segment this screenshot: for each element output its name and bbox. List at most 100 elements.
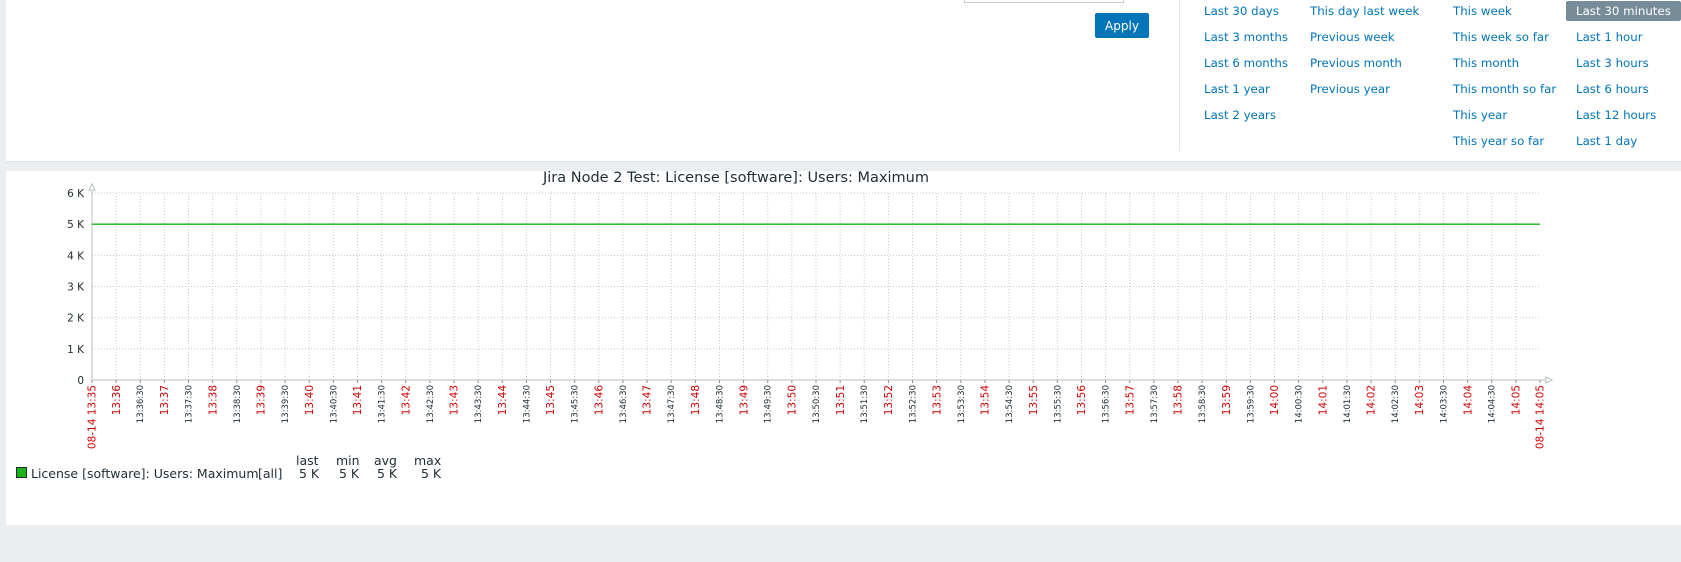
x-tick-label: 13:57:30 <box>1150 385 1160 423</box>
quick-range-this-year-so-far[interactable]: This year so far <box>1453 133 1544 149</box>
quick-range-last-30-days[interactable]: Last 30 days <box>1204 3 1279 19</box>
x-tick-label: 13:52:30 <box>909 385 919 423</box>
x-tick-label: 13:53 <box>931 385 943 415</box>
quick-range-previous-year[interactable]: Previous year <box>1310 81 1390 97</box>
date-to-input[interactable] <box>964 0 1124 3</box>
x-tick-label: 14:04 <box>1462 385 1474 416</box>
x-tick-label: 13:43:30 <box>474 385 484 423</box>
x-tick-label: 13:55 <box>1028 385 1040 415</box>
x-tick-label: 13:37 <box>159 385 171 415</box>
quick-range-last-6-months[interactable]: Last 6 months <box>1204 55 1288 71</box>
x-tick-label: 14:03 <box>1414 385 1426 415</box>
x-tick-label: 13:39 <box>256 385 268 415</box>
quick-range-this-day-last-week[interactable]: This day last week <box>1310 3 1419 19</box>
x-tick-label: 13:54:30 <box>1005 385 1015 423</box>
x-tick-label: 14:01 <box>1317 385 1329 415</box>
x-tick-label: 13:51:30 <box>860 385 870 423</box>
x-tick-label: 13:45 <box>545 385 557 415</box>
time-filter-panel: Apply Last 30 days Last 3 months Last 6 mo… <box>6 0 1681 162</box>
y-tick-label: 6 K <box>67 188 85 200</box>
graph-svg: Jira Node 2 Test: License [software]: Us… <box>67 171 1554 449</box>
x-tick-label: 13:50 <box>787 385 799 415</box>
x-tick-label: 13:42 <box>400 385 412 415</box>
quick-range-this-year[interactable]: This year <box>1453 107 1507 123</box>
quick-range-this-month[interactable]: This month <box>1453 55 1519 71</box>
x-tick-label: 13:58 <box>1173 385 1185 415</box>
x-tick-label: 13:37:30 <box>185 385 195 423</box>
x-tick-label: 13:36:30 <box>136 385 146 423</box>
quick-range-last-30-minutes[interactable]: Last 30 minutes <box>1566 1 1681 21</box>
legend-series-name: License [software]: Users: Maximum <box>31 466 259 481</box>
x-tick-label: 14:05 <box>1511 385 1523 415</box>
x-tick-label: 13:56 <box>1076 385 1088 416</box>
quick-range-this-week-so-far[interactable]: This week so far <box>1453 29 1549 45</box>
x-tick-label: 14:00:30 <box>1295 385 1305 423</box>
x-tick-label: 13:57 <box>1124 385 1136 415</box>
x-tick-label: 13:48:30 <box>715 385 725 423</box>
x-tick-label: 13:44:30 <box>522 385 532 423</box>
legend-max-value: 5 K <box>421 466 442 481</box>
x-tick-label: 13:52 <box>883 385 895 415</box>
x-tick-label: 13:47 <box>642 385 654 415</box>
graph-panel: Jira Node 2 Test: License [software]: Us… <box>6 171 1681 525</box>
x-tick-label: 13:55:30 <box>1053 385 1063 423</box>
quick-range-last-1-hour[interactable]: Last 1 hour <box>1576 29 1643 45</box>
quick-range-this-week[interactable]: This week <box>1453 3 1512 19</box>
y-tick-label: 0 <box>77 375 84 387</box>
x-tick-label: 14:01:30 <box>1343 385 1353 423</box>
y-tick-label: 2 K <box>67 313 85 325</box>
apply-button[interactable]: Apply <box>1095 13 1149 38</box>
x-tick-label: 08-14 13:35 <box>87 385 99 449</box>
x-tick-label: 13:59:30 <box>1246 385 1256 423</box>
x-tick-label: 13:51 <box>835 385 847 415</box>
quick-range-this-month-so-far[interactable]: This month so far <box>1453 81 1556 97</box>
x-tick-label: 13:40:30 <box>329 385 339 423</box>
x-tick-label: 13:56:30 <box>1102 385 1112 423</box>
legend-min-value: 5 K <box>339 466 360 481</box>
y-axis-arrow <box>88 182 96 191</box>
filter-divider <box>1179 0 1180 151</box>
quick-range-last-3-hours[interactable]: Last 3 hours <box>1576 55 1649 71</box>
x-tick-label: 13:46 <box>593 385 605 416</box>
x-tick-label: 08-14 14:05 <box>1535 385 1547 449</box>
y-tick-label: 3 K <box>67 282 85 294</box>
legend-color-swatch <box>16 467 27 478</box>
legend-avg-value: 5 K <box>377 466 398 481</box>
y-tick-label: 5 K <box>67 219 85 231</box>
quick-range-last-1-year[interactable]: Last 1 year <box>1204 81 1270 97</box>
x-tick-label: 13:41:30 <box>378 385 388 423</box>
quick-range-last-1-day[interactable]: Last 1 day <box>1576 133 1637 149</box>
legend-scope: [all] <box>258 466 283 481</box>
x-axis-arrow <box>1545 376 1554 384</box>
y-tick-label: 1 K <box>67 344 85 356</box>
x-tick-label: 14:04:30 <box>1488 385 1498 423</box>
x-tick-label: 13:58:30 <box>1198 385 1208 423</box>
x-tick-label: 14:00 <box>1269 385 1281 415</box>
x-tick-label: 13:47:30 <box>667 385 677 423</box>
x-tick-label: 13:44 <box>497 385 509 416</box>
y-tick-label: 4 K <box>67 250 85 262</box>
x-tick-label: 13:43 <box>449 385 461 415</box>
x-tick-label: 13:39:30 <box>281 385 291 423</box>
x-tick-label: 13:41 <box>352 385 364 415</box>
x-tick-label: 13:36 <box>111 385 123 416</box>
x-tick-label: 13:48 <box>690 385 702 415</box>
x-tick-label: 13:45:30 <box>571 385 581 423</box>
quick-range-last-12-hours[interactable]: Last 12 hours <box>1576 107 1656 123</box>
quick-range-last-6-hours[interactable]: Last 6 hours <box>1576 81 1649 97</box>
quick-range-last-3-months[interactable]: Last 3 months <box>1204 29 1288 45</box>
x-tick-label: 13:50:30 <box>812 385 822 423</box>
x-tick-label: 13:38:30 <box>233 385 243 423</box>
x-tick-label: 13:49:30 <box>764 385 774 423</box>
quick-range-last-2-years[interactable]: Last 2 years <box>1204 107 1276 123</box>
graph-title: Jira Node 2 Test: License [software]: Us… <box>542 171 929 186</box>
x-tick-label: 13:54 <box>980 385 992 416</box>
x-tick-label: 13:49 <box>738 385 750 415</box>
quick-range-previous-month[interactable]: Previous month <box>1310 55 1402 71</box>
x-tick-label: 14:02:30 <box>1391 385 1401 423</box>
x-tick-label: 14:03:30 <box>1439 385 1449 423</box>
quick-range-previous-week[interactable]: Previous week <box>1310 29 1395 45</box>
legend-last-value: 5 K <box>299 466 320 481</box>
x-tick-label: 13:42:30 <box>426 385 436 423</box>
x-tick-label: 13:38 <box>207 385 219 415</box>
